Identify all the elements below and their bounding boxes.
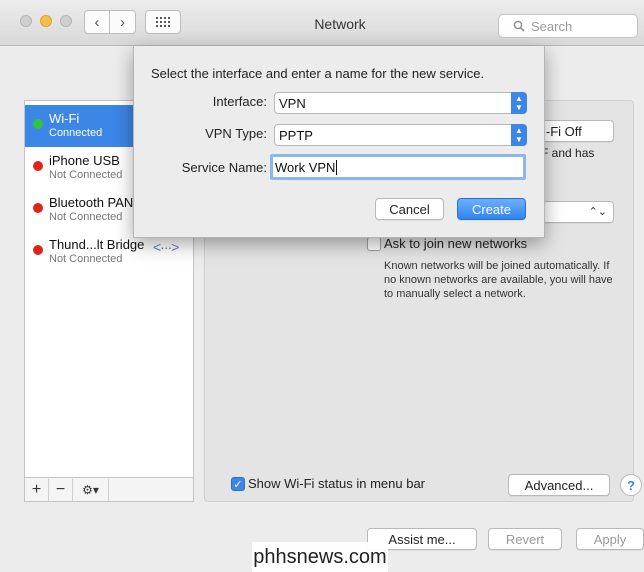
grid-icon <box>156 17 170 27</box>
search-placeholder: Search <box>531 18 573 34</box>
wifi-status-description: F and has <box>541 146 594 160</box>
apply-button[interactable]: Apply <box>576 528 644 550</box>
close-window-button[interactable] <box>20 15 32 27</box>
title-bar: ‹ › Network Search <box>0 0 644 46</box>
checkmark-icon: ✓ <box>233 478 243 491</box>
remove-service-button[interactable]: − <box>49 478 73 501</box>
service-name: Bluetooth PAN <box>49 195 134 210</box>
ask-join-label: Ask to join new networks <box>384 236 528 251</box>
status-dot-icon <box>33 161 43 171</box>
vpn-type-label: VPN Type: <box>205 126 267 141</box>
search-icon <box>513 20 525 32</box>
back-button[interactable]: ‹ <box>84 10 110 34</box>
create-button[interactable]: Create <box>457 198 526 220</box>
sheet-prompt: Select the interface and enter a name fo… <box>151 66 485 81</box>
service-status: Not Connected <box>49 211 123 223</box>
network-preferences-window: ‹ › Network Search Wi-Fi Connected iPhon… <box>0 0 644 572</box>
service-status: Connected <box>49 127 103 139</box>
help-button[interactable]: ? <box>620 474 642 496</box>
service-name: Wi-Fi <box>49 111 80 126</box>
service-name: iPhone USB <box>49 153 120 168</box>
advanced-button[interactable]: Advanced... <box>508 474 610 496</box>
service-name-label: Service Name: <box>181 160 267 175</box>
chevron-right-icon: › <box>120 13 125 31</box>
vpn-type-value: PPTP <box>279 127 313 143</box>
chevron-updown-icon: ⌃⌄ <box>588 206 607 218</box>
interface-value: VPN <box>279 95 306 111</box>
minimize-window-button[interactable] <box>40 15 52 27</box>
turn-wifi-off-button[interactable]: i-Fi Off <box>538 120 614 142</box>
show-wifi-status-label: Show Wi-Fi status in menu bar <box>248 476 426 491</box>
status-dot-icon <box>33 119 43 129</box>
vpn-type-select[interactable]: PPTP ▲ ▼ <box>274 124 527 146</box>
status-dot-icon <box>33 203 43 213</box>
ask-join-checkbox[interactable] <box>367 237 381 251</box>
search-input[interactable]: Search <box>498 14 638 38</box>
service-list-toolbar: + − ⚙▾ <box>24 478 194 502</box>
interface-label: Interface: <box>212 94 267 109</box>
interface-select[interactable]: VPN ▲ ▼ <box>274 92 527 114</box>
network-name-select[interactable]: ⌃⌄ <box>538 201 614 223</box>
service-status: Not Connected <box>49 169 123 181</box>
watermark: phhsnews.com <box>252 542 388 572</box>
chevron-left-icon: ‹ <box>94 13 100 31</box>
service-name-value: Work VPN <box>275 159 336 175</box>
gear-menu-button[interactable]: ⚙▾ <box>73 478 109 501</box>
show-all-button[interactable] <box>145 10 181 34</box>
bridge-arrows-icon: <···> <box>153 239 179 255</box>
chevron-updown-icon: ▲ ▼ <box>511 92 527 114</box>
status-description-line: F and has <box>541 146 595 160</box>
known-networks-help-text: Known networks will be joined automatica… <box>384 260 613 300</box>
service-status: Not Connected <box>49 253 123 265</box>
text-caret <box>336 159 338 175</box>
zoom-window-button[interactable] <box>60 15 72 27</box>
cancel-button[interactable]: Cancel <box>375 198 444 220</box>
window-title: Network <box>314 16 366 32</box>
forward-button[interactable]: › <box>110 10 136 34</box>
status-dot-icon <box>33 245 43 255</box>
new-service-sheet: Select the interface and enter a name fo… <box>133 46 545 238</box>
revert-button[interactable]: Revert <box>488 528 562 550</box>
chevron-updown-icon: ▲ ▼ <box>511 124 527 146</box>
show-wifi-status-checkbox[interactable]: ✓ <box>231 477 245 491</box>
add-service-button[interactable]: + <box>25 478 49 501</box>
service-name-field[interactable]: Work VPN <box>270 154 526 180</box>
service-name: Thund...lt Bridge <box>49 237 145 252</box>
